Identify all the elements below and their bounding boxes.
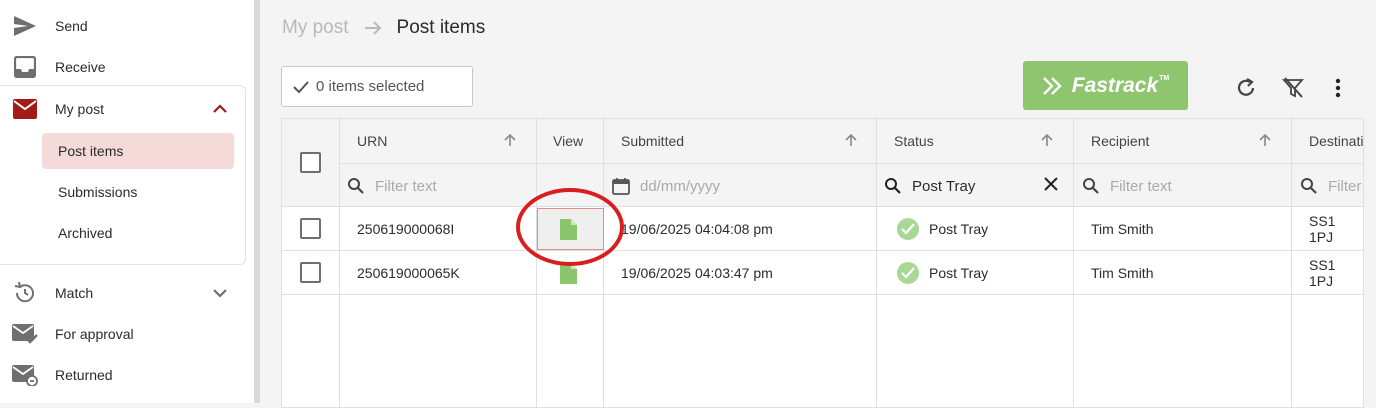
sidebar-item-for-approval[interactable]: For approval — [0, 313, 246, 354]
submitted-filter-input[interactable]: dd/mm/yyyy — [612, 175, 720, 197]
breadcrumb-my-post[interactable]: My post — [282, 17, 349, 39]
chevron-down-icon[interactable] — [210, 283, 230, 303]
destination-filter-input[interactable]: Filter — [1300, 175, 1361, 197]
chevron-up-icon[interactable] — [210, 99, 230, 119]
sidebar-item-label: Receive — [55, 58, 106, 75]
clear-icon[interactable] — [1044, 177, 1058, 196]
annotation-circle — [516, 188, 624, 266]
check-circle-icon — [897, 218, 919, 240]
breadcrumb: My post Post items — [282, 14, 485, 42]
mail-return-icon — [12, 362, 38, 388]
destination-filter-placeholder: Filter — [1328, 177, 1362, 195]
recipient-cell: Tim Smith — [1091, 221, 1154, 237]
sidebar-item-label: My post — [55, 100, 105, 117]
fastrack-button[interactable]: Fastrack TM — [1023, 61, 1188, 110]
destination-cell: SS1 1PJ — [1309, 257, 1336, 289]
recipient-filter-placeholder: Filter text — [1110, 177, 1172, 195]
sidebar-subitem-post-items[interactable]: Post items — [42, 133, 234, 169]
urn-cell: 250619000065K — [357, 265, 460, 281]
destination-cell: SS1 1PJ — [1309, 213, 1336, 245]
search-icon — [348, 178, 364, 194]
column-header-urn[interactable]: URN — [357, 133, 387, 149]
submitted-cell: 19/06/2025 04:04:08 pm — [621, 221, 773, 237]
column-header-recipient[interactable]: Recipient — [1091, 133, 1149, 149]
sidebar: Send Receive My post Post items Submissi… — [0, 0, 254, 403]
more-vertical-icon[interactable] — [1326, 76, 1350, 100]
sidebar-item-receive[interactable]: Receive — [0, 46, 246, 87]
sort-arrow-icon[interactable] — [1040, 133, 1054, 147]
items-selected-label: 0 items selected — [316, 78, 425, 95]
items-selected-button[interactable]: 0 items selected — [281, 66, 473, 107]
urn-cell: 250619000068I — [357, 221, 455, 237]
column-header-status[interactable]: Status — [894, 133, 934, 149]
table-row[interactable]: 250619000065K 19/06/2025 04:03:47 pm Pos… — [282, 251, 1363, 295]
status-text: Post Tray — [929, 221, 989, 237]
search-icon — [1301, 178, 1317, 194]
refresh-icon[interactable] — [1234, 76, 1258, 100]
select-all-checkbox[interactable] — [300, 152, 321, 173]
post-items-grid: URN View Submitted Status Recipient Dest… — [281, 118, 1364, 408]
status-cell: Post Tray — [897, 207, 988, 251]
clear-filter-icon[interactable] — [1281, 76, 1305, 100]
check-icon — [293, 80, 309, 93]
column-header-destination[interactable]: Destinati — [1309, 133, 1363, 149]
table-row[interactable]: 250619000068I 19/06/2025 04:04:08 pm Pos… — [282, 207, 1363, 251]
sidebar-item-label: Send — [55, 17, 88, 34]
mail-icon — [12, 96, 38, 122]
recipient-cell: Tim Smith — [1091, 265, 1154, 281]
mail-check-icon — [12, 321, 38, 347]
sidebar-subitem-archived[interactable]: Archived — [42, 215, 234, 251]
check-circle-icon — [897, 262, 919, 284]
inbox-icon — [12, 54, 38, 80]
calendar-icon[interactable] — [612, 177, 630, 195]
fastrack-label: Fastrack — [1071, 73, 1159, 97]
urn-filter-input[interactable]: Filter text — [347, 175, 437, 197]
submitted-cell: 19/06/2025 04:03:47 pm — [621, 265, 773, 281]
sort-arrow-icon[interactable] — [1258, 133, 1272, 147]
recipient-filter-input[interactable]: Filter text — [1082, 175, 1172, 197]
column-header-view: View — [553, 133, 584, 149]
status-text: Post Tray — [929, 265, 989, 281]
sidebar-item-my-post[interactable]: My post — [0, 88, 246, 129]
status-filter-input[interactable]: Post Tray — [884, 175, 975, 197]
send-icon — [12, 13, 38, 39]
urn-filter-placeholder: Filter text — [375, 177, 437, 195]
page-title: Post items — [396, 17, 486, 38]
sidebar-item-returned[interactable]: Returned — [0, 354, 246, 395]
sidebar-item-send[interactable]: Send — [0, 5, 246, 46]
sidebar-item-label: Returned — [55, 366, 113, 383]
fastrack-tm: TM — [1159, 75, 1170, 82]
sidebar-item-label: Match — [55, 284, 94, 301]
arrow-right-icon — [363, 18, 383, 38]
sort-arrow-icon[interactable] — [503, 133, 517, 147]
search-icon — [885, 178, 901, 194]
row-checkbox[interactable] — [300, 262, 321, 283]
sort-arrow-icon[interactable] — [844, 133, 858, 147]
search-icon — [1083, 178, 1099, 194]
double-chevron-icon — [1042, 76, 1062, 95]
column-header-submitted[interactable]: Submitted — [621, 133, 684, 149]
row-checkbox[interactable] — [300, 218, 321, 239]
status-cell: Post Tray — [897, 251, 988, 295]
sidebar-item-label: For approval — [55, 325, 134, 342]
status-filter-value: Post Tray — [912, 177, 976, 195]
submitted-filter-placeholder: dd/mm/yyyy — [640, 177, 721, 195]
sidebar-subitem-submissions[interactable]: Submissions — [42, 174, 234, 210]
history-icon — [12, 280, 38, 306]
sidebar-item-match[interactable]: Match — [0, 272, 246, 313]
sidebar-scrollbar[interactable] — [254, 0, 260, 403]
